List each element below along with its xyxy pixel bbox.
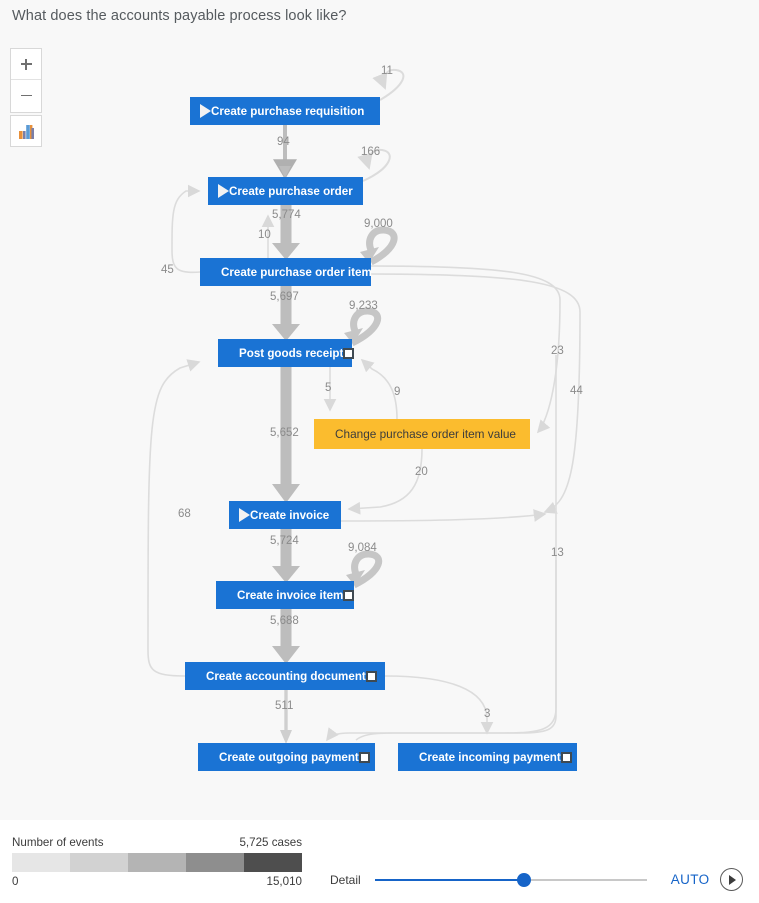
- legend-swatch-1: [70, 853, 128, 872]
- node-label: Change purchase order item value: [335, 427, 516, 441]
- legend-cases: 5,725 cases: [239, 836, 302, 849]
- bar-chart-icon: [18, 125, 34, 139]
- legend-max: 15,010: [266, 875, 302, 888]
- zoom-in-button[interactable]: [11, 49, 41, 80]
- detail-label: Detail: [330, 872, 361, 887]
- play-icon: [239, 508, 250, 522]
- node-label: Create purchase requisition: [211, 104, 365, 118]
- node-create-accounting-document[interactable]: Create accounting document: [185, 662, 385, 690]
- chart-view-controls: [10, 115, 42, 147]
- legend-swatch-0: [12, 853, 70, 872]
- node-create-invoice-item[interactable]: Create invoice item: [216, 581, 355, 609]
- node-label: Create outgoing payment: [219, 750, 359, 764]
- node-create-outgoing-payment[interactable]: Create outgoing payment: [198, 743, 375, 771]
- node-post-goods-receipt[interactable]: Post goods receipt: [218, 339, 355, 367]
- document-icon: [343, 347, 355, 359]
- bar-chart-button[interactable]: [11, 116, 41, 147]
- node-create-purchase-requisition[interactable]: Create purchase requisition: [190, 97, 380, 125]
- detail-slider[interactable]: [374, 872, 647, 887]
- play-icon: [728, 874, 736, 885]
- page-title: What does the accounts payable process l…: [12, 8, 347, 24]
- legend-swatch-3: [186, 853, 244, 872]
- node-label: Create invoice: [250, 508, 330, 522]
- zoom-out-button[interactable]: [11, 80, 41, 111]
- node-label: Create purchase order: [229, 184, 353, 198]
- node-label: Post goods receipt: [239, 346, 344, 360]
- document-icon: [343, 589, 355, 601]
- slider-thumb[interactable]: [517, 872, 532, 887]
- node-create-invoice[interactable]: Create invoice: [229, 501, 341, 529]
- play-icon: [200, 104, 211, 118]
- node-change-purchase-order-item-value[interactable]: Change purchase order item value: [314, 419, 530, 449]
- node-create-incoming-payment[interactable]: Create incoming payment: [398, 743, 577, 771]
- events-legend: Number of events 5,725 cases 0 15,010: [12, 836, 302, 888]
- legend-swatch-4: [244, 853, 302, 872]
- play-icon: [218, 184, 229, 198]
- footer-bar: Number of events 5,725 cases 0 15,010 De…: [0, 820, 759, 903]
- node-label: Create accounting document: [206, 669, 366, 683]
- node-create-purchase-order-item[interactable]: Create purchase order item: [200, 258, 372, 286]
- legend-gradient: [12, 853, 302, 872]
- node-label: Create invoice item: [237, 588, 344, 602]
- legend-min: 0: [12, 875, 19, 888]
- node-label: Create incoming payment: [419, 750, 561, 764]
- document-icon: [365, 670, 377, 682]
- document-icon: [358, 751, 370, 763]
- play-button[interactable]: [719, 868, 743, 891]
- document-icon: [560, 751, 572, 763]
- zoom-controls: [10, 48, 42, 113]
- node-label: Create purchase order item: [221, 265, 372, 279]
- auto-button[interactable]: AUTO: [671, 872, 710, 887]
- node-create-purchase-order[interactable]: Create purchase order: [208, 177, 363, 205]
- legend-title: Number of events: [12, 836, 104, 849]
- slider-fill: [374, 878, 525, 881]
- process-graph-canvas[interactable]: What does the accounts payable process l…: [0, 0, 759, 820]
- legend-swatch-2: [128, 853, 186, 872]
- detail-controls: Detail AUTO: [330, 868, 743, 891]
